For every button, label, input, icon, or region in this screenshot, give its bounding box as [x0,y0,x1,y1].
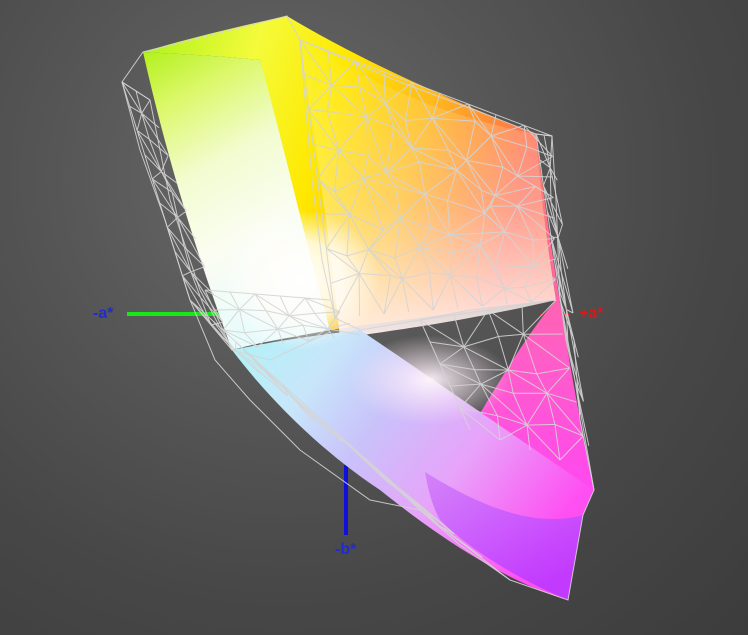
pink-highlight [350,335,510,425]
axis-label-pos-a: +a* [579,305,604,322]
axis-label-neg-b: -b* [335,541,357,558]
axis-label-neg-a: -a* [93,305,114,322]
gamut-viewport[interactable]: -a* +a* -b* [0,0,748,635]
